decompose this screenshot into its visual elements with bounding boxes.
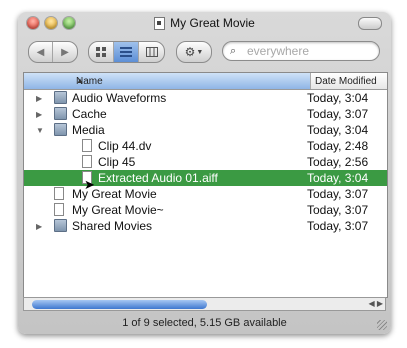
column-view-button[interactable]: [139, 42, 164, 62]
back-button[interactable]: ◀: [29, 42, 53, 62]
disclosure-triangle-icon[interactable]: ▶: [36, 222, 42, 231]
row-date: Today, 3:07: [307, 187, 369, 201]
table-row[interactable]: My Great Movie~ Today, 3:07: [24, 202, 387, 218]
search-field[interactable]: ⌕: [222, 41, 380, 61]
row-name: My Great Movie~: [72, 203, 164, 217]
view-switcher: [88, 41, 165, 63]
row-name: Extracted Audio 01.aiff: [98, 171, 218, 185]
name-column-header[interactable]: Name ▲: [24, 73, 311, 89]
folder-icon: [54, 91, 67, 104]
row-date: Today, 3:07: [307, 203, 369, 217]
table-row[interactable]: Clip 44.dv Today, 2:48: [24, 138, 387, 154]
forward-button[interactable]: ▶: [53, 42, 77, 62]
status-bar-text: 1 of 9 selected, 5.15 GB available: [122, 317, 287, 329]
row-name: Media: [72, 123, 105, 137]
row-date: Today, 2:56: [307, 155, 369, 169]
search-icon: ⌕: [230, 45, 237, 57]
horizontal-scrollbar[interactable]: ◀ ▶: [23, 297, 386, 311]
toolbar: ◀ ▶ ⚙ ▼ ⌕: [18, 34, 391, 68]
date-modified-column-header[interactable]: Date Modified: [315, 76, 377, 87]
icon-view-icon: [95, 46, 106, 57]
row-date: Today, 3:04: [307, 91, 369, 105]
resize-grip-icon[interactable]: [377, 320, 387, 330]
gear-icon: ⚙: [184, 45, 196, 59]
back-arrow-icon: ◀: [36, 46, 45, 58]
row-name: Clip 45: [98, 155, 136, 169]
row-date: Today, 3:07: [307, 107, 369, 121]
finder-window: My Great Movie ◀ ▶ ⚙ ▼ ⌕ everywhere Name…: [18, 12, 391, 334]
search-input[interactable]: [247, 44, 373, 58]
row-name: Clip 44.dv: [98, 139, 152, 153]
title-bar[interactable]: My Great Movie: [18, 12, 391, 34]
row-date: Today, 2:48: [307, 139, 369, 153]
list-view-icon: [120, 47, 132, 57]
back-forward-group: ◀ ▶: [28, 41, 78, 63]
row-name: Audio Waveforms: [72, 91, 167, 105]
icon-view-button[interactable]: [89, 42, 114, 62]
action-menu-button[interactable]: ⚙ ▼: [177, 42, 211, 62]
window-title: My Great Movie: [18, 16, 391, 33]
window-title-text: My Great Movie: [170, 16, 255, 30]
table-row[interactable]: My Great Movie Today, 3:07: [24, 186, 387, 202]
list-view-button[interactable]: [114, 42, 139, 62]
table-row[interactable]: ▼ Media Today, 3:04: [24, 122, 387, 138]
folder-icon: [54, 219, 67, 232]
disclosure-triangle-icon[interactable]: ▶: [36, 94, 42, 103]
row-date: Today, 3:07: [307, 219, 369, 233]
folder-icon: [54, 107, 67, 120]
toolbar-toggle-button[interactable]: [358, 17, 382, 30]
scrollbar-thumb[interactable]: [32, 300, 207, 309]
table-row[interactable]: Clip 45 Today, 2:56: [24, 154, 387, 170]
row-name: Cache: [72, 107, 107, 121]
row-date: Today, 3:04: [307, 123, 369, 137]
row-date: Today, 3:04: [307, 171, 369, 185]
mouse-pointer-icon: ➤: [84, 177, 95, 192]
rows-container: ▶ Audio Waveforms Today, 3:04 ▶ Cache To…: [24, 90, 387, 234]
folder-icon: [54, 123, 67, 136]
table-row-selected[interactable]: Extracted Audio 01.aiff Today, 3:04: [24, 170, 387, 186]
file-icon: [82, 155, 92, 168]
column-view-icon: [145, 47, 158, 57]
disclosure-triangle-expanded-icon[interactable]: ▼: [36, 126, 44, 135]
document-icon: [154, 16, 166, 30]
table-row[interactable]: ▶ Cache Today, 3:07: [24, 106, 387, 122]
chevron-down-icon: ▼: [196, 48, 204, 56]
project-file-icon: [54, 187, 64, 200]
forward-arrow-icon: ▶: [61, 46, 69, 58]
table-row[interactable]: ▶ Shared Movies Today, 3:07: [24, 218, 387, 234]
disclosure-triangle-icon[interactable]: ▶: [36, 110, 42, 119]
list-header: Name ▲ Date Modified: [24, 73, 387, 90]
file-icon: [54, 203, 64, 216]
row-name: Shared Movies: [72, 219, 153, 233]
sort-ascending-icon: ▲: [76, 76, 84, 85]
action-menu-group: ⚙ ▼: [176, 41, 212, 63]
video-file-icon: [82, 139, 92, 152]
file-list: Name ▲ Date Modified ▶ Audio Waveforms T…: [23, 72, 388, 298]
scroll-arrows-icon[interactable]: ◀ ▶: [368, 299, 383, 308]
table-row[interactable]: ▶ Audio Waveforms Today, 3:04: [24, 90, 387, 106]
